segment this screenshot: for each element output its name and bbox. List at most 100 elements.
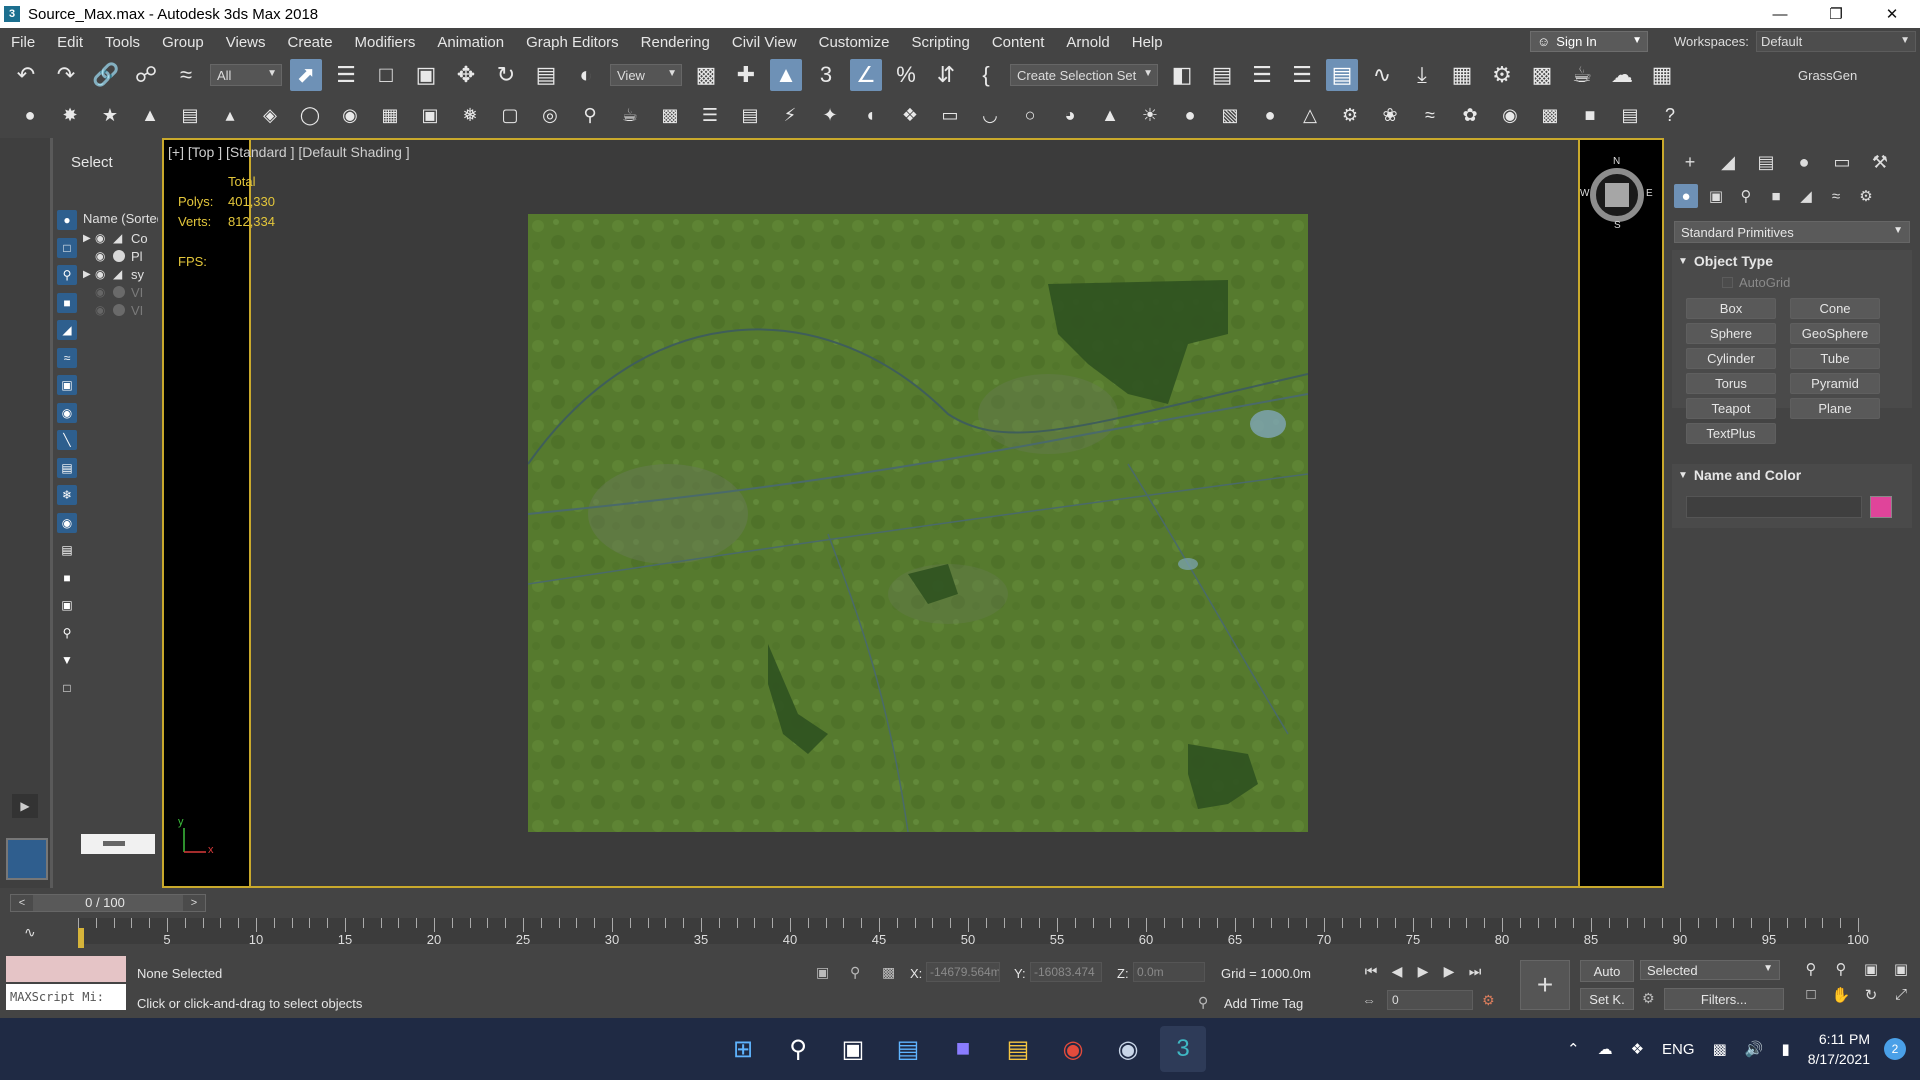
maxscript-mini-listener[interactable]: MAXScript Mi: <box>6 984 126 1010</box>
panel-icon[interactable]: ▤ <box>734 99 766 131</box>
frame-icon[interactable]: ▣ <box>414 99 446 131</box>
mirror-icon[interactable]: ◧ <box>1166 59 1198 91</box>
cylinder-button[interactable]: Cylinder <box>1686 348 1776 369</box>
key-filters-icon[interactable]: ⚙ <box>1642 990 1655 1007</box>
stack-icon[interactable]: ☰ <box>694 99 726 131</box>
hierarchy-tab-icon[interactable]: ▤ <box>1750 150 1782 174</box>
rendered-frame-window-icon[interactable]: ▩ <box>1526 59 1558 91</box>
region-zoom-icon[interactable]: □ <box>1796 986 1826 1004</box>
hatch-icon[interactable]: ▧ <box>1214 99 1246 131</box>
lock-icon[interactable]: ⚲ <box>850 964 860 981</box>
minimize-button[interactable]: — <box>1752 0 1808 28</box>
pyramid-frame-icon[interactable]: △ <box>1294 99 1326 131</box>
unlink-icon[interactable]: ☍ <box>130 59 162 91</box>
go-to-end-icon[interactable]: ⏭ <box>1462 960 1488 982</box>
material-editor-icon[interactable]: ▦ <box>1446 59 1478 91</box>
bind-spacewarp-icon[interactable]: ≈ <box>170 59 202 91</box>
zoom-extents-icon[interactable]: ▣ <box>1856 960 1886 978</box>
scene-explorer-toggle-icon[interactable]: ☰ <box>1246 59 1278 91</box>
menu-rendering[interactable]: Rendering <box>630 34 721 51</box>
render-shortcuts-icon[interactable]: ▦ <box>1646 59 1678 91</box>
chat-icon[interactable]: ■ <box>940 1026 986 1072</box>
dots-icon[interactable]: ❖ <box>894 99 926 131</box>
modify-tab-icon[interactable]: ◢ <box>1712 150 1744 174</box>
render-in-cloud-icon[interactable]: ☁ <box>1606 59 1638 91</box>
x-coord-field[interactable]: -14679.564m <box>926 962 1000 982</box>
menu-arnold[interactable]: Arnold <box>1055 34 1120 51</box>
bulb-group-icon[interactable]: ⚡ <box>774 99 806 131</box>
frozen-filter-icon[interactable]: ❄ <box>57 485 77 505</box>
sun-icon[interactable]: ✸ <box>54 99 86 131</box>
object-name-field[interactable] <box>1686 496 1862 518</box>
bowl-icon[interactable]: ◕ <box>1054 99 1086 131</box>
windows-start-icon[interactable]: ⊞ <box>720 1026 766 1072</box>
name-and-color-header[interactable]: ▼ Name and Color <box>1672 464 1912 486</box>
ring-icon[interactable]: ◯ <box>294 99 326 131</box>
geosphere-button[interactable]: GeoSphere <box>1790 323 1880 344</box>
undo-icon[interactable]: ↶ <box>10 59 42 91</box>
zoom-all-icon[interactable]: ⚲ <box>1826 960 1856 978</box>
lights-filter-icon[interactable]: ⚲ <box>57 265 77 285</box>
display-all-icon[interactable]: ▤ <box>57 540 77 560</box>
widgets-icon[interactable]: ▤ <box>885 1026 931 1072</box>
menu-help[interactable]: Help <box>1121 34 1174 51</box>
textplus-button[interactable]: TextPlus <box>1686 423 1776 444</box>
viewport-label-menu[interactable]: [+] [Top ] [Standard ] [Default Shading … <box>168 144 410 160</box>
eye-icon[interactable]: ◉ <box>95 231 113 245</box>
sphere-button[interactable]: Sphere <box>1686 323 1776 344</box>
shapes-category-icon[interactable]: ▣ <box>1704 184 1728 208</box>
volume-icon[interactable]: 🔊 <box>1745 1040 1764 1058</box>
isolate-selection-icon[interactable]: ▣ <box>816 964 829 981</box>
menu-animation[interactable]: Animation <box>426 34 515 51</box>
expand-arrow-icon[interactable]: ▶ <box>83 233 95 244</box>
menu-graph-editors[interactable]: Graph Editors <box>515 34 630 51</box>
create-tab-icon[interactable]: + <box>1674 150 1706 174</box>
rectangular-selection-icon[interactable]: □ <box>370 59 402 91</box>
helper-icon[interactable]: ✦ <box>814 99 846 131</box>
checkbox-box[interactable] <box>1722 277 1733 288</box>
window-crossing-icon[interactable]: ▣ <box>410 59 442 91</box>
autogrid-checkbox[interactable]: AutoGrid <box>1722 275 1790 290</box>
grassgen-label[interactable]: GrassGen <box>1798 68 1857 83</box>
previous-frame-icon[interactable]: ◀ <box>1384 960 1410 982</box>
expand-arrow-icon[interactable]: ▶ <box>83 269 95 280</box>
xrefs-filter-icon[interactable]: ◉ <box>57 402 77 423</box>
clock[interactable]: 6:11 PM 8/17/2021 <box>1808 1029 1870 1069</box>
time-playhead[interactable] <box>78 928 84 948</box>
light-bulb-icon[interactable]: ● <box>14 99 46 131</box>
menu-views[interactable]: Views <box>215 34 277 51</box>
expand-arrow-icon[interactable]: ▶ <box>12 794 38 818</box>
pill-icon[interactable]: ● <box>1254 99 1286 131</box>
key-mode-toggle-icon[interactable]: ⇔ <box>1362 992 1376 1008</box>
zoom-extents-all-icon[interactable]: ▣ <box>1886 960 1916 978</box>
chrome-icon[interactable]: ◉ <box>1050 1026 1096 1072</box>
rotate-icon[interactable]: ↻ <box>490 59 522 91</box>
invert-display-icon[interactable]: ▣ <box>57 595 77 615</box>
display-none-icon[interactable]: ■ <box>57 568 77 588</box>
grid-plus-icon[interactable]: ▦ <box>374 99 406 131</box>
link-icon[interactable]: 🔗 <box>90 59 122 91</box>
slider-thumb[interactable] <box>103 841 125 846</box>
list-item[interactable]: ◉ Pl <box>83 246 158 266</box>
curve-editor-icon[interactable]: ∿ <box>1366 59 1398 91</box>
set-key-mode-button[interactable]: Set K. <box>1580 988 1634 1010</box>
sunlight-icon[interactable]: ☀ <box>1134 99 1166 131</box>
language-indicator[interactable]: ENG <box>1662 1041 1695 1058</box>
tube-button[interactable]: Tube <box>1790 348 1880 369</box>
plane-icon[interactable]: ▭ <box>934 99 966 131</box>
zoom-icon[interactable]: ⚲ <box>1796 960 1826 978</box>
cameras-category-icon[interactable]: ■ <box>1764 184 1788 208</box>
snaps-toggle-icon[interactable]: 3 <box>810 59 842 91</box>
list-item[interactable]: ▶ ◉ ◢ sy <box>83 264 158 284</box>
sphere-mesh-icon[interactable]: ◉ <box>334 99 366 131</box>
gear-icon[interactable]: ⚙ <box>1334 99 1366 131</box>
systems-category-icon[interactable]: ⚙ <box>1854 184 1878 208</box>
3ds-max-taskbar-icon[interactable]: 3 <box>1160 1026 1206 1072</box>
book-icon[interactable]: ▤ <box>174 99 206 131</box>
camera-group-icon[interactable]: ❅ <box>454 99 486 131</box>
track-ruler[interactable]: 5 10 15 20 25 30 35 40 45 50 55 60 65 70 75 80 85 90 95 100 <box>78 918 1869 947</box>
menu-group[interactable]: Group <box>151 34 215 51</box>
time-slider-bar[interactable]: < 0 / 100 > <box>10 894 206 912</box>
torus-icon[interactable]: ◎ <box>534 99 566 131</box>
containers-filter-icon[interactable]: ▤ <box>57 457 77 478</box>
